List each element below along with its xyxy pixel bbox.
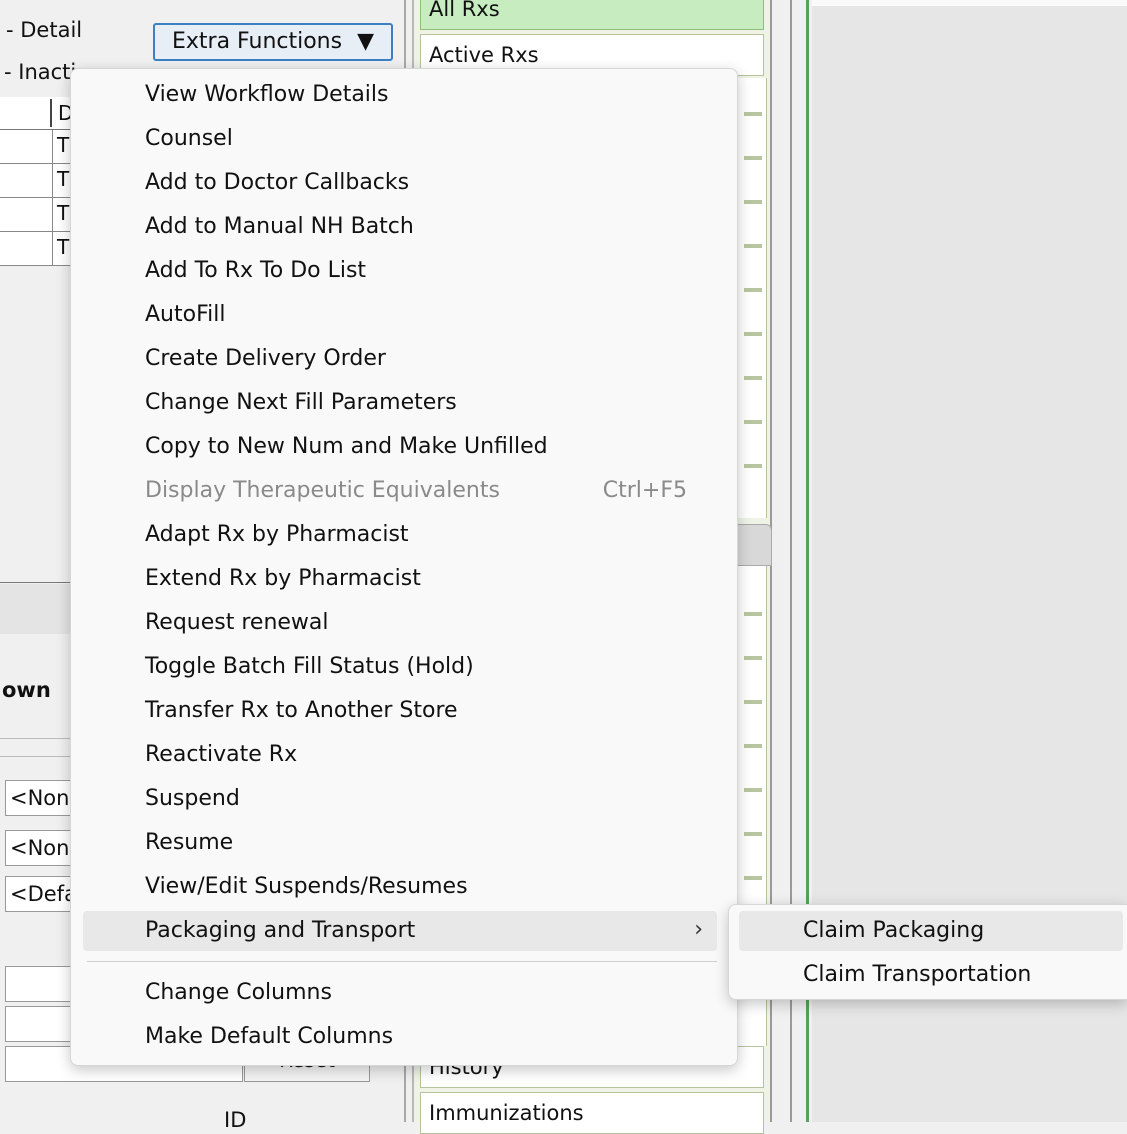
- extra-functions-button[interactable]: Extra Functions ▼: [153, 23, 393, 61]
- tab-divider: [744, 788, 762, 792]
- detail-label[interactable]: - Detail: [6, 18, 82, 42]
- section-label: own: [2, 678, 51, 702]
- dropdown-arrow-icon: ▼: [357, 29, 375, 54]
- menu-item-label: Reactivate Rx: [145, 742, 298, 767]
- menu-item-change-columns[interactable]: Change Columns: [83, 973, 717, 1013]
- divider: [0, 756, 80, 757]
- tab-divider: [744, 612, 762, 616]
- menu-item-toggle-batch-fill-status[interactable]: Toggle Batch Fill Status (Hold): [83, 647, 717, 687]
- table-cell: T: [57, 133, 70, 157]
- tab-label: All Rxs: [429, 0, 500, 21]
- tab-divider: [744, 744, 762, 748]
- tab-divider: [744, 200, 762, 204]
- menu-item-label: Suspend: [145, 786, 240, 811]
- menu-item-view-edit-suspends-resumes[interactable]: View/Edit Suspends/Resumes: [83, 867, 717, 907]
- tab-divider: [744, 288, 762, 292]
- text-field[interactable]: [5, 1006, 77, 1042]
- menu-item-view-workflow-details[interactable]: View Workflow Details: [83, 75, 717, 115]
- menu-item-add-to-rx-to-do-list[interactable]: Add To Rx To Do List: [83, 251, 717, 291]
- menu-item-add-to-manual-nh-batch[interactable]: Add to Manual NH Batch: [83, 207, 717, 247]
- tab-divider: [744, 332, 762, 336]
- tab-label: Immunizations: [429, 1101, 584, 1125]
- table-cell: T: [57, 167, 70, 191]
- menu-item-label: AutoFill: [145, 302, 226, 327]
- menu-item-request-renewal[interactable]: Request renewal: [83, 603, 717, 643]
- menu-item-label: Packaging and Transport: [145, 918, 416, 943]
- packaging-transport-submenu: Claim Packaging Claim Transportation: [728, 904, 1127, 1000]
- top-edge: [812, 0, 1127, 6]
- tab-divider: [744, 112, 762, 116]
- tab-divider: [744, 700, 762, 704]
- menu-item-label: Display Therapeutic Equivalents: [145, 478, 500, 503]
- cell-divider: [52, 232, 53, 265]
- tab-label: Active Rxs: [429, 43, 539, 67]
- menu-item-packaging-and-transport[interactable]: Packaging and Transport ›: [83, 911, 717, 951]
- menu-item-label: Counsel: [145, 126, 233, 151]
- group-header[interactable]: [736, 524, 772, 566]
- menu-item-label: Claim Transportation: [803, 962, 1032, 987]
- menu-item-claim-packaging[interactable]: Claim Packaging: [739, 911, 1123, 951]
- tab-divider: [744, 244, 762, 248]
- tab-divider: [744, 420, 762, 424]
- table-cell: T: [57, 201, 70, 225]
- menu-item-add-to-doctor-callbacks[interactable]: Add to Doctor Callbacks: [83, 163, 717, 203]
- menu-item-transfer-rx[interactable]: Transfer Rx to Another Store: [83, 691, 717, 731]
- tab-immunizations[interactable]: Immunizations: [420, 1092, 764, 1134]
- tab-divider: [744, 376, 762, 380]
- menu-item-label: Create Delivery Order: [145, 346, 386, 371]
- nav-item-stack: [736, 78, 767, 518]
- tab-divider: [744, 832, 762, 836]
- text-field[interactable]: [5, 966, 77, 1002]
- menu-item-suspend[interactable]: Suspend: [83, 779, 717, 819]
- menu-item-label: Adapt Rx by Pharmacist: [145, 522, 409, 547]
- menu-item-label: Add to Doctor Callbacks: [145, 170, 410, 195]
- menu-item-label: Resume: [145, 830, 234, 855]
- section-band: [0, 584, 80, 634]
- menu-item-label: View/Edit Suspends/Resumes: [145, 874, 468, 899]
- menu-item-copy-to-new-num[interactable]: Copy to New Num and Make Unfilled: [83, 427, 717, 467]
- extra-functions-menu: View Workflow Details Counsel Add to Doc…: [70, 68, 738, 1066]
- menu-item-label: Transfer Rx to Another Store: [145, 698, 458, 723]
- column-divider[interactable]: [50, 99, 52, 127]
- menu-item-reactivate-rx[interactable]: Reactivate Rx: [83, 735, 717, 775]
- menu-item-claim-transportation[interactable]: Claim Transportation: [739, 955, 1123, 995]
- cell-divider: [52, 198, 53, 231]
- menu-item-label: Make Default Columns: [145, 1024, 394, 1049]
- menu-item-resume[interactable]: Resume: [83, 823, 717, 863]
- menu-item-make-default-columns[interactable]: Make Default Columns: [83, 1017, 717, 1057]
- tab-divider: [744, 656, 762, 660]
- inactive-label[interactable]: - Inacti: [4, 60, 76, 84]
- menu-item-adapt-rx-by-pharmacist[interactable]: Adapt Rx by Pharmacist: [83, 515, 717, 555]
- menu-item-extend-rx-by-pharmacist[interactable]: Extend Rx by Pharmacist: [83, 559, 717, 599]
- menu-item-shortcut: Ctrl+F5: [602, 478, 687, 503]
- menu-item-label: Add To Rx To Do List: [145, 258, 367, 283]
- tab-divider: [744, 464, 762, 468]
- id-label: ID: [224, 1108, 247, 1132]
- menu-item-label: Add to Manual NH Batch: [145, 214, 414, 239]
- extra-functions-label: Extra Functions: [171, 29, 343, 54]
- menu-item-label: Copy to New Num and Make Unfilled: [145, 434, 548, 459]
- menu-item-label: Change Columns: [145, 980, 332, 1005]
- cell-divider: [52, 130, 53, 163]
- cell-divider: [52, 164, 53, 197]
- menu-item-display-therapeutic-equivalents: Display Therapeutic Equivalents Ctrl+F5: [83, 471, 717, 511]
- menu-item-label: Extend Rx by Pharmacist: [145, 566, 421, 591]
- tab-divider: [744, 156, 762, 160]
- menu-item-create-delivery-order[interactable]: Create Delivery Order: [83, 339, 717, 379]
- menu-item-label: Change Next Fill Parameters: [145, 390, 457, 415]
- menu-item-change-next-fill-parameters[interactable]: Change Next Fill Parameters: [83, 383, 717, 423]
- tab-all-rxs[interactable]: All Rxs: [420, 0, 764, 30]
- menu-item-label: Toggle Batch Fill Status (Hold): [145, 654, 474, 679]
- menu-item-label: Request renewal: [145, 610, 329, 635]
- tab-divider: [744, 876, 762, 880]
- menu-item-label: Claim Packaging: [803, 918, 985, 943]
- menu-item-autofill[interactable]: AutoFill: [83, 295, 717, 335]
- menu-item-counsel[interactable]: Counsel: [83, 119, 717, 159]
- submenu-arrow-icon: ›: [694, 917, 703, 942]
- table-cell: T: [57, 235, 70, 259]
- divider: [0, 582, 80, 583]
- divider: [0, 738, 80, 739]
- menu-separator: [87, 961, 717, 962]
- menu-item-label: View Workflow Details: [145, 82, 389, 107]
